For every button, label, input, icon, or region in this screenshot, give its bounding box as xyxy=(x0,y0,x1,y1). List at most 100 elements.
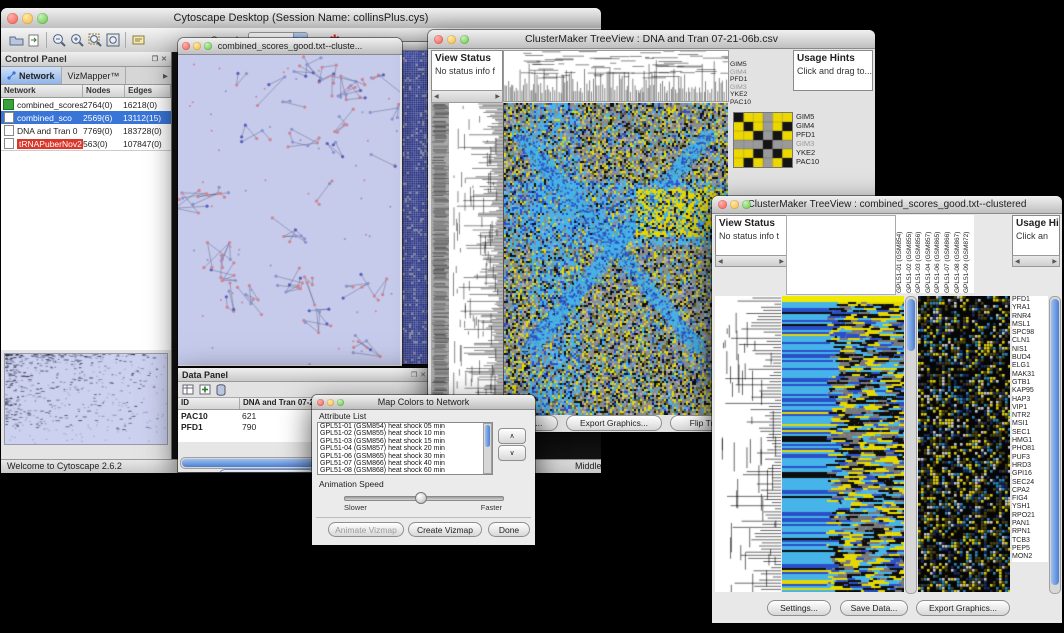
attribute-db-icon[interactable] xyxy=(216,384,226,396)
gene-label[interactable]: GIM5 xyxy=(730,61,772,69)
attribute-item[interactable]: GPL51-04 (GSM857) heat shock 20 min xyxy=(318,445,492,452)
gene-label[interactable]: ELG1 xyxy=(1012,362,1048,370)
column-label[interactable]: GPL51-03 (GSM856) xyxy=(915,215,925,293)
global-heatmap[interactable] xyxy=(503,103,728,415)
gene-label[interactable]: PAN1 xyxy=(1012,520,1048,528)
scroll-left-icon[interactable]: ◀ xyxy=(432,93,441,100)
gene-label[interactable]: GIM4 xyxy=(796,121,836,130)
gene-label[interactable]: PAC10 xyxy=(796,157,836,166)
labels-vscrollbar[interactable] xyxy=(1049,296,1061,594)
export-graphics-button[interactable]: Export Graphics... xyxy=(566,415,662,431)
tab-network[interactable]: Network xyxy=(1,67,62,84)
open-session-icon[interactable] xyxy=(7,31,25,49)
treeview2-titlebar[interactable]: ClusterMaker TreeView : combined_scores_… xyxy=(712,196,1062,214)
gene-label[interactable]: MSL1 xyxy=(1012,321,1048,329)
gene-label[interactable]: PFD1 xyxy=(730,76,772,84)
float-panel-icon[interactable]: ❐ xyxy=(411,371,417,379)
gene-label[interactable]: PFD1 xyxy=(1012,296,1048,304)
gene-label[interactable]: VIP1 xyxy=(1012,404,1048,412)
close-button[interactable] xyxy=(7,13,18,24)
gene-label[interactable]: KAP95 xyxy=(1012,387,1048,395)
attribute-listbox[interactable]: GPL51-01 (GSM854) heat shock 05 minGPL51… xyxy=(317,422,493,475)
zoom-selected-icon[interactable] xyxy=(86,31,104,49)
gene-label[interactable]: PEP5 xyxy=(1012,545,1048,553)
gene-label[interactable]: YKE2 xyxy=(796,148,836,157)
zoom-in-icon[interactable] xyxy=(68,31,86,49)
col-id[interactable]: ID xyxy=(178,398,240,409)
create-attribute-icon[interactable] xyxy=(199,384,211,395)
dialog-titlebar[interactable]: Map Colors to Network xyxy=(312,395,535,410)
gene-label[interactable]: NTR2 xyxy=(1012,412,1048,420)
hscroll-arrows[interactable]: ◀ ▶ xyxy=(715,255,787,267)
attribute-item[interactable]: GPL51-06 (GSM865) heat shock 30 min xyxy=(318,453,492,460)
scroll-right-icon[interactable]: ▶ xyxy=(1050,258,1059,265)
zoom-button[interactable] xyxy=(37,13,48,24)
gene-label[interactable]: PHO81 xyxy=(1012,445,1048,453)
column-dendrogram[interactable] xyxy=(503,50,729,102)
minimize-button[interactable] xyxy=(447,35,456,44)
speed-slider-thumb[interactable] xyxy=(415,492,427,504)
gene-label[interactable]: NIS1 xyxy=(1012,346,1048,354)
scrollbar-thumb[interactable] xyxy=(907,299,915,351)
scrollbar-thumb[interactable] xyxy=(485,425,490,447)
column-label[interactable]: GPL51-09 (GSM872) xyxy=(963,215,973,293)
gene-label[interactable]: SEC24 xyxy=(1012,479,1048,487)
zoom-fit-icon[interactable] xyxy=(104,31,122,49)
network-row[interactable]: combined_scores 2764(0) 16218(0) xyxy=(1,98,171,111)
move-down-button[interactable]: ∨ xyxy=(498,445,526,461)
gene-label[interactable]: GIM3 xyxy=(796,139,836,148)
gene-label[interactable]: PUF3 xyxy=(1012,454,1048,462)
column-label[interactable]: GPL51-07 (GSM866) xyxy=(944,215,954,293)
minimize-button[interactable] xyxy=(327,399,334,406)
attribute-item[interactable]: GPL51-02 (GSM855) heat shock 10 min xyxy=(318,430,492,437)
node-attribute-browser-button[interactable]: Node Attribute Brows... xyxy=(218,469,316,472)
zoom-out-icon[interactable] xyxy=(50,31,68,49)
annotation-icon[interactable] xyxy=(129,31,147,49)
network-overview-thumbnail[interactable] xyxy=(4,353,168,445)
minimize-button[interactable] xyxy=(193,42,201,50)
heatmap-vscrollbar[interactable] xyxy=(905,296,917,594)
list-vscrollbar[interactable] xyxy=(483,423,492,474)
zoom-button[interactable] xyxy=(460,35,469,44)
col-edges[interactable]: Edges xyxy=(125,85,171,97)
gene-label[interactable]: GIM3 xyxy=(730,84,772,92)
col-network[interactable]: Network xyxy=(1,85,83,97)
gene-label[interactable]: YKE2 xyxy=(730,91,772,99)
attribute-item[interactable]: GPL51-08 (GSM868) heat shock 60 min xyxy=(318,467,492,474)
done-button[interactable]: Done xyxy=(488,522,530,537)
gene-label[interactable]: SPC98 xyxy=(1012,329,1048,337)
gene-label[interactable]: YRA1 xyxy=(1012,304,1048,312)
gene-label[interactable]: HRD3 xyxy=(1012,462,1048,470)
column-label[interactable]: GPL51-02 (GSM855) xyxy=(906,215,916,293)
gene-label[interactable]: RNR4 xyxy=(1012,313,1048,321)
gene-label[interactable]: HMG1 xyxy=(1012,437,1048,445)
create-vizmap-button[interactable]: Create Vizmap xyxy=(408,522,482,537)
tab-overflow-arrow-icon[interactable]: ▶ xyxy=(160,67,171,84)
scroll-right-icon[interactable]: ▶ xyxy=(493,93,502,100)
gene-label[interactable]: MSI1 xyxy=(1012,420,1048,428)
animate-vizmap-button[interactable]: Animate Vizmap xyxy=(328,522,404,537)
close-button[interactable] xyxy=(434,35,443,44)
close-panel-icon[interactable]: ✕ xyxy=(161,55,167,63)
settings-button[interactable]: Settings... xyxy=(767,600,831,616)
close-button[interactable] xyxy=(317,399,324,406)
move-up-button[interactable]: ∧ xyxy=(498,428,526,444)
network-row-selected[interactable]: combined_sco 2569(6) 13112(15) xyxy=(1,111,171,124)
minimize-button[interactable] xyxy=(22,13,33,24)
gene-label[interactable]: RPO21 xyxy=(1012,512,1048,520)
summary-heatmap[interactable] xyxy=(733,112,793,168)
gene-label[interactable]: SEC1 xyxy=(1012,429,1048,437)
gene-label[interactable]: GPI16 xyxy=(1012,470,1048,478)
network-row[interactable]: tRNAPuberNov2 563(0) 107847(0) xyxy=(1,137,171,150)
close-button[interactable] xyxy=(182,42,190,50)
zoom-button[interactable] xyxy=(204,42,212,50)
cytoscape-titlebar[interactable]: Cytoscape Desktop (Session Name: collins… xyxy=(1,8,601,29)
gene-label[interactable]: YSH1 xyxy=(1012,503,1048,511)
gene-label[interactable]: FIG4 xyxy=(1012,495,1048,503)
network-view-titlebar[interactable]: combined_scores_good.txt--cluste... xyxy=(178,38,402,55)
row-dendrogram[interactable] xyxy=(449,103,503,415)
network-canvas[interactable] xyxy=(178,55,400,365)
gene-label[interactable]: MON2 xyxy=(1012,553,1048,561)
data-panel-titlebar[interactable]: Data Panel ❐ ✕ xyxy=(178,368,430,382)
row-dendrogram[interactable] xyxy=(715,296,781,592)
